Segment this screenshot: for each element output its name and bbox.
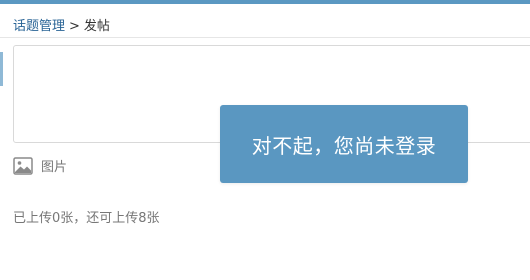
- login-required-toast: 对不起，您尚未登录: [220, 105, 468, 183]
- side-tab-edge[interactable]: [0, 52, 3, 86]
- header-divider: [0, 37, 530, 38]
- image-icon: [13, 156, 33, 175]
- toast-message: 对不起，您尚未登录: [251, 133, 437, 158]
- insert-image-label: 图片: [41, 160, 68, 175]
- insert-image-button[interactable]: 图片: [13, 156, 67, 175]
- breadcrumb-separator: >: [69, 19, 80, 34]
- breadcrumb-topic-management-link[interactable]: 话题管理: [13, 19, 65, 34]
- upload-status-text: 已上传0张，还可上传8张: [13, 211, 160, 226]
- top-accent-bar: [0, 0, 530, 4]
- breadcrumb-current: 发帖: [83, 19, 110, 34]
- breadcrumb: 话题管理 > 发帖: [13, 15, 110, 34]
